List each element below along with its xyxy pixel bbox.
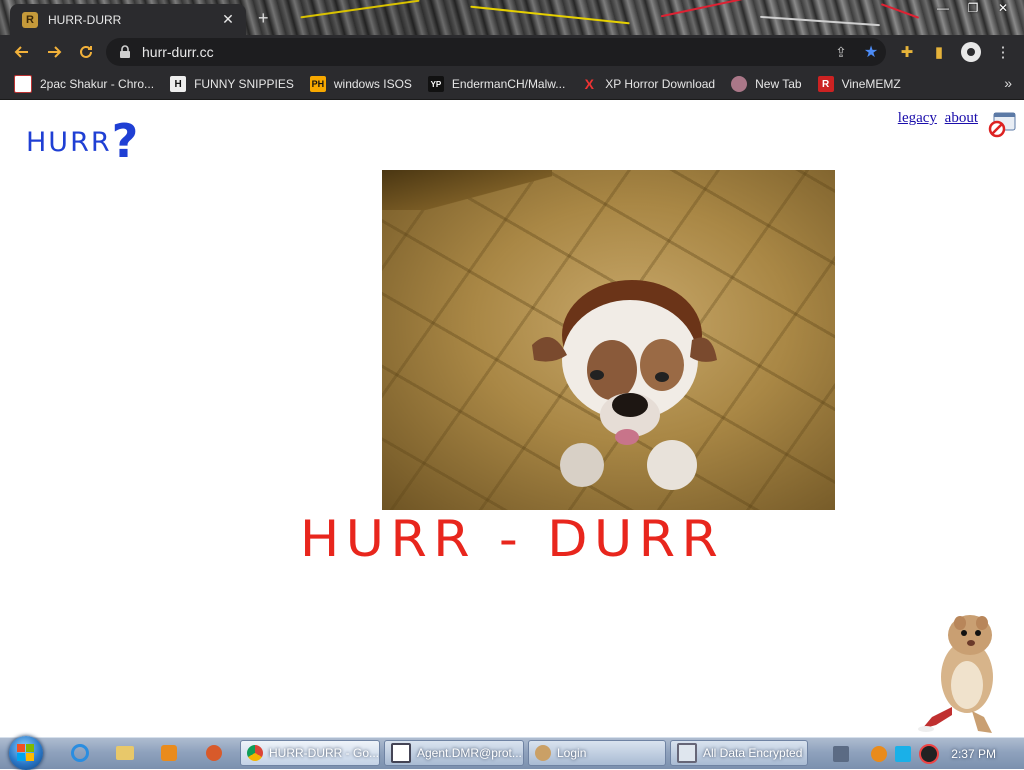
bookmarks-bar: 2pac Shakur - Chro... H FUNNY SNIPPIES P… xyxy=(0,69,1024,100)
site-logo[interactable]: HURR? xyxy=(26,108,138,168)
address-bar[interactable]: hurr-durr.cc ⇪ ★ xyxy=(106,38,886,66)
video-player[interactable] xyxy=(382,170,835,510)
taskbar-mail-button[interactable]: Agent.DMR@prot... xyxy=(384,740,524,766)
record-icon[interactable] xyxy=(919,743,940,764)
minimize-button[interactable]: — xyxy=(928,0,958,18)
tab-favicon-icon: R xyxy=(22,11,38,28)
display-icon[interactable] xyxy=(895,745,912,762)
r-icon: R xyxy=(817,76,834,92)
chrome-icon xyxy=(247,745,263,761)
taskbar-clock[interactable]: 2:37 PM xyxy=(951,747,996,761)
bookmark-label: windows ISOS xyxy=(333,77,412,91)
bookmark-label: XP Horror Download xyxy=(605,77,716,91)
url-text[interactable]: hurr-durr.cc xyxy=(142,44,826,60)
network-icon[interactable] xyxy=(833,745,850,762)
taskbar-button-label: HURR-DURR - Go... xyxy=(269,746,379,760)
bookmark-item[interactable]: H FUNNY SNIPPIES xyxy=(170,73,294,95)
bookmark-item[interactable]: New Tab xyxy=(731,73,802,95)
arrow-left-icon xyxy=(14,46,28,58)
taskbar-chrome-button[interactable]: HURR-DURR - Go... xyxy=(240,740,380,766)
bookmark-label: VineMEMZ xyxy=(841,77,901,91)
internet-explorer-icon[interactable] xyxy=(67,741,93,765)
page-content: HURR? legacy about HURR - DURR xyxy=(0,100,1024,737)
tab-close-icon[interactable]: ✕ xyxy=(220,11,236,28)
lock-icon xyxy=(120,45,130,58)
windows-logo-icon xyxy=(17,744,34,761)
close-window-button[interactable]: ✕ xyxy=(988,0,1018,18)
bookmark-item[interactable]: 2pac Shakur - Chro... xyxy=(14,73,154,95)
window-controls: — ❐ ✕ xyxy=(928,0,1018,18)
h-icon: H xyxy=(170,76,187,92)
bookmark-label: 2pac Shakur - Chro... xyxy=(40,77,155,91)
search-icon[interactable] xyxy=(871,745,888,762)
file-explorer-icon[interactable] xyxy=(112,741,138,765)
media-player-icon[interactable] xyxy=(156,741,182,765)
bookmark-item[interactable]: PH windows ISOS xyxy=(309,73,412,95)
windows-taskbar: HURR-DURR - Go... Agent.DMR@prot... Logi… xyxy=(0,736,1024,770)
yp-icon: YP xyxy=(427,76,444,92)
headline-text: HURR - DURR xyxy=(299,510,725,568)
taskbar-login-button[interactable]: Login xyxy=(528,740,666,766)
about-link[interactable]: about xyxy=(945,110,978,126)
login-icon xyxy=(535,745,551,761)
reload-button[interactable] xyxy=(70,36,102,68)
x-icon: X xyxy=(584,76,594,92)
side-panel-icon[interactable]: ▮ xyxy=(926,39,952,65)
ph-icon: PH xyxy=(309,76,326,92)
browser-toolbar: hurr-durr.cc ⇪ ★ ✚ ▮ ⋮ xyxy=(0,35,1024,69)
taskbar-encrypted-button[interactable]: All Data Encrypted xyxy=(670,740,808,766)
new-tab-button[interactable]: + xyxy=(258,9,269,27)
maximize-button[interactable]: ❐ xyxy=(958,0,988,18)
browser-tab[interactable]: R HURR-DURR ✕ xyxy=(10,4,246,35)
legacy-link[interactable]: legacy xyxy=(898,110,937,126)
app-pinned-icon[interactable] xyxy=(201,741,227,765)
window-icon xyxy=(391,743,411,763)
bookmark-item[interactable]: X XP Horror Download xyxy=(581,73,716,95)
taskbar-button-label: Login xyxy=(557,746,587,760)
logo-text: HURR xyxy=(26,127,112,158)
back-button[interactable] xyxy=(6,36,38,68)
top-links: legacy about xyxy=(894,110,978,127)
globe-icon xyxy=(731,76,748,92)
bulldog-image xyxy=(532,280,717,490)
share-icon[interactable]: ⇪ xyxy=(826,44,856,61)
window-titlebar: R HURR-DURR ✕ + — ❐ ✕ xyxy=(0,0,1024,35)
bookmark-item[interactable]: R VineMEMZ xyxy=(817,73,901,95)
forward-button[interactable] xyxy=(38,36,70,68)
window-icon xyxy=(677,743,697,763)
profile-avatar-icon[interactable] xyxy=(958,39,984,65)
bookmark-star-icon[interactable]: ★ xyxy=(856,42,886,62)
popup-blocked-icon[interactable] xyxy=(988,112,1016,138)
logo-question-mark: ? xyxy=(111,114,139,168)
bookmarks-overflow-icon[interactable]: » xyxy=(1004,75,1012,91)
bookmark-icon xyxy=(14,75,32,93)
bookmark-label: New Tab xyxy=(755,77,802,91)
arrow-right-icon xyxy=(48,46,62,58)
menu-dots-icon[interactable]: ⋮ xyxy=(990,39,1016,65)
bookmark-item[interactable]: YP EndermanCH/Malw... xyxy=(427,73,566,95)
reload-icon xyxy=(80,45,92,58)
bookmark-label: EndermanCH/Malw... xyxy=(451,77,566,91)
taskbar-button-label: Agent.DMR@prot... xyxy=(417,746,522,760)
bookmark-label: FUNNY SNIPPIES xyxy=(194,77,294,91)
start-button[interactable] xyxy=(9,736,43,770)
dancing-hamster-image xyxy=(918,615,993,733)
tab-title: HURR-DURR xyxy=(48,12,122,27)
system-tray: 2:37 PM xyxy=(829,738,1024,769)
extensions-puzzle-icon[interactable]: ✚ xyxy=(894,39,920,65)
taskbar-button-label: All Data Encrypted xyxy=(703,746,803,760)
